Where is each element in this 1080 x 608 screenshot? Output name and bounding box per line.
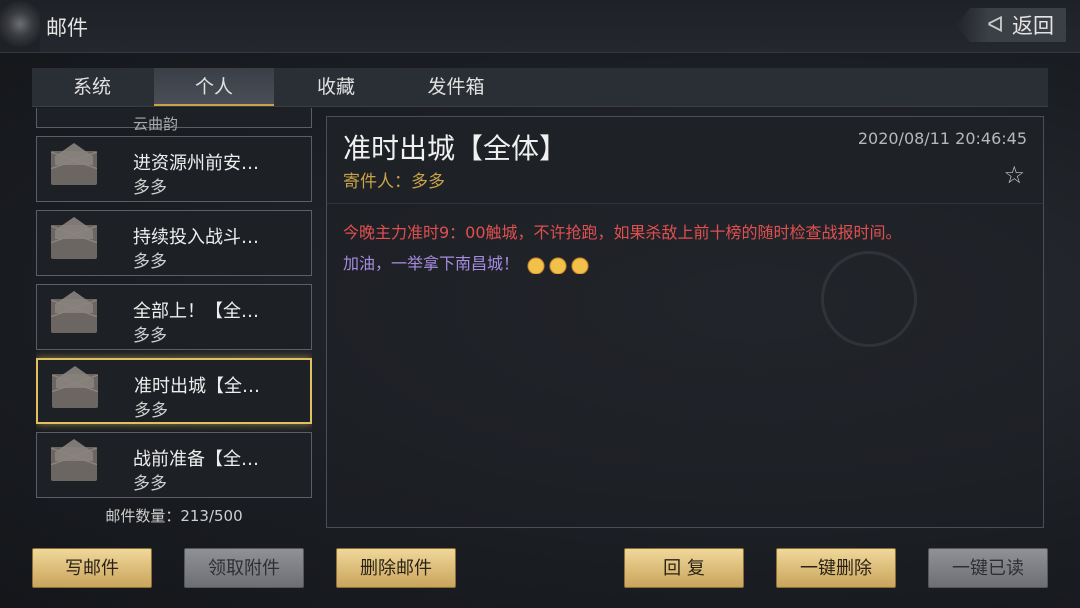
mail-item[interactable]: 云曲韵 (36, 108, 312, 133)
mail-item[interactable]: 持续投入战斗… 多多 (36, 210, 312, 276)
mail-detail-date: 2020/08/11 20:46:45 (857, 129, 1027, 148)
favorite-star-icon[interactable]: ☆ (1003, 161, 1025, 189)
back-button[interactable]: ᐊ 返回 (956, 8, 1066, 42)
mail-subject: 全部上！【全… (133, 301, 259, 322)
mail-subject: 云曲韵 (133, 115, 179, 133)
emblem-icon (0, 0, 40, 52)
write-mail-button[interactable]: 写邮件 (32, 548, 152, 588)
mail-item[interactable]: 进资源州前安… 多多 (36, 136, 312, 202)
mark-all-read-button[interactable]: 一键已读 (928, 548, 1048, 588)
mail-body-line-2: 加油，一举拿下南昌城！ (343, 250, 591, 274)
envelope-icon (51, 447, 97, 481)
envelope-icon (51, 225, 97, 259)
back-arrow-icon: ᐊ (987, 12, 1004, 38)
envelope-icon (51, 299, 97, 333)
mail-sender: 多多 (134, 401, 168, 421)
mail-item[interactable]: 战前准备【全… 多多 (36, 432, 312, 498)
mail-sender: 多多 (133, 252, 167, 272)
tab-outbox[interactable]: 发件箱 (396, 68, 516, 106)
mail-sender: 多多 (133, 474, 167, 494)
emoji-icon (526, 255, 547, 274)
envelope-icon (52, 374, 98, 408)
mail-tabs: 系统 个人 收藏 发件箱 (32, 68, 1048, 107)
mail-count: 邮件数量：213/500 (105, 507, 243, 525)
delete-mail-button[interactable]: 删除邮件 (336, 548, 456, 588)
mail-item[interactable]: 全部上！【全… 多多 (36, 284, 312, 350)
emoji-icon (570, 255, 591, 274)
mail-detail-panel: 准时出城【全体】 寄件人：多多 2020/08/11 20:46:45 ☆ 今晚… (326, 116, 1044, 528)
background-emblem-icon (821, 251, 917, 347)
envelope-icon (51, 151, 97, 185)
mail-detail-sender: 寄件人：多多 (343, 172, 445, 192)
delete-all-button[interactable]: 一键删除 (776, 548, 896, 588)
mail-sender: 多多 (133, 178, 167, 198)
page-title: 邮件 (46, 16, 88, 40)
mail-detail-title: 准时出城【全体】 (343, 132, 568, 165)
mail-subject: 战前准备【全… (133, 449, 259, 470)
claim-attachment-button[interactable]: 领取附件 (184, 548, 304, 588)
mail-list[interactable]: 云曲韵 进资源州前安… 多多 持续投入战斗… 多多 全部上！【全… 多多 准时出… (36, 108, 312, 498)
mail-subject: 准时出城【全… (134, 376, 260, 397)
mail-subject: 持续投入战斗… (133, 227, 259, 248)
tab-favorites[interactable]: 收藏 (276, 68, 396, 106)
mail-subject: 进资源州前安… (133, 153, 259, 174)
tab-system[interactable]: 系统 (32, 68, 152, 106)
mail-item-selected[interactable]: 准时出城【全… 多多 (36, 358, 312, 424)
back-label: 返回 (1012, 14, 1054, 38)
mail-body-text: 加油，一举拿下南昌城！ (343, 254, 520, 273)
top-bar: 邮件 ᐊ 返回 (0, 0, 1080, 53)
emoji-icon (548, 255, 569, 274)
mail-body-line-1: 今晚主力准时9：00触城，不许抢跑，如果杀敌上前十榜的随时检查战报时间。 (343, 223, 902, 242)
tab-personal[interactable]: 个人 (154, 68, 274, 106)
mail-sender: 多多 (133, 326, 167, 346)
mail-detail-header: 准时出城【全体】 寄件人：多多 2020/08/11 20:46:45 ☆ (327, 117, 1043, 204)
reply-button[interactable]: 回 复 (624, 548, 744, 588)
